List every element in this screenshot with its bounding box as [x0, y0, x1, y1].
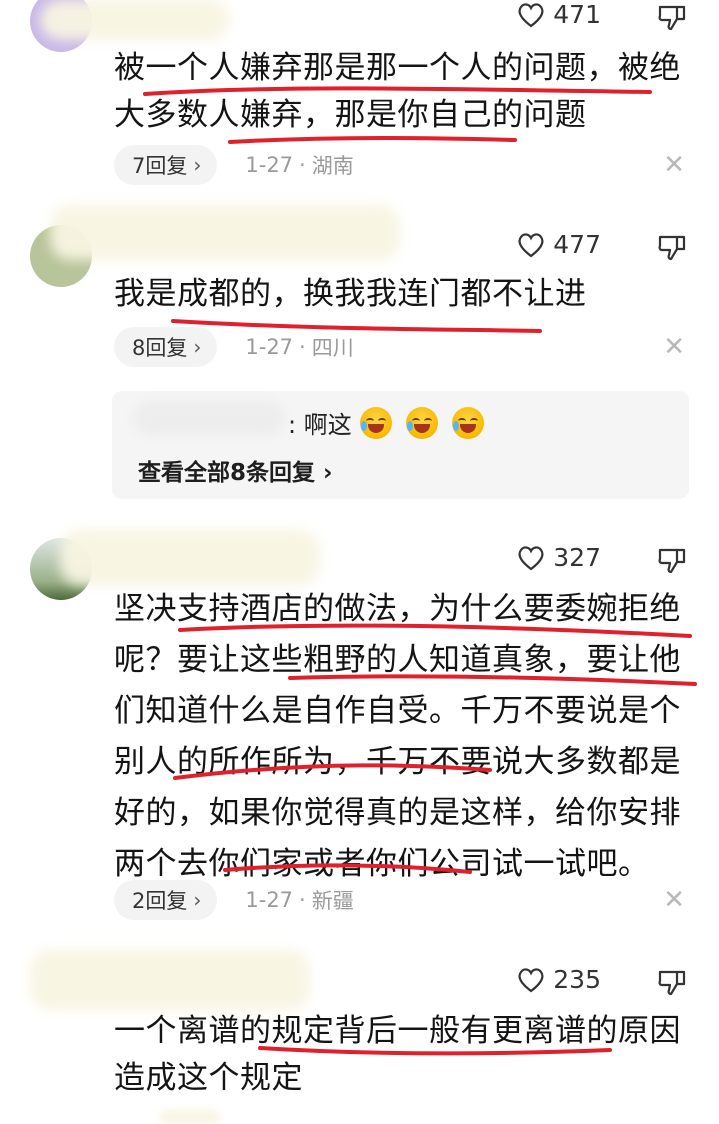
comment-item: 327 坚决支持酒店的做法，为什么要委婉拒绝呢？要让这些粗野的人知道真象，要让他…	[0, 530, 719, 940]
replies-label: 7回复	[132, 154, 188, 178]
replies-button[interactable]: 8回复 ›	[114, 327, 218, 367]
crying-laughing-emoji-icon	[405, 406, 438, 439]
thumbs-down-icon[interactable]	[657, 547, 687, 575]
view-all-replies-link[interactable]: 查看全部8条回复 ›	[138, 453, 333, 487]
chevron-right-icon: ›	[193, 888, 202, 912]
chevron-right-icon: ›	[323, 460, 333, 486]
crying-laughing-emoji-icon	[451, 406, 484, 439]
like-count: 235	[553, 965, 601, 994]
heart-icon	[517, 2, 545, 28]
thumbs-down-icon[interactable]	[657, 4, 687, 32]
crying-laughing-emoji-icon	[359, 406, 392, 439]
sub-reply-text: : 啊这	[288, 411, 352, 439]
chevron-right-icon: ›	[193, 335, 202, 359]
comment-item: 471 被一个人嫌弃那是那一个人的问题，被绝大多数人嫌弃，那是你自己的问题 7回…	[0, 0, 719, 200]
like-button[interactable]: 235	[517, 965, 601, 994]
replies-label: 8回复	[132, 336, 188, 360]
sub-reply-box[interactable]: : 啊这 查看全部8条回复 ›	[112, 391, 689, 499]
comment-date: 1-27	[245, 335, 294, 359]
like-button[interactable]: 471	[517, 0, 601, 29]
underline-mark	[143, 86, 652, 144]
comment-location: 湖南	[311, 154, 354, 178]
sub-reply: : 啊这	[138, 405, 484, 440]
underline-mark	[258, 1046, 612, 1056]
like-button[interactable]: 477	[517, 230, 601, 259]
comment-item: 235 一个离谱的规定背后一般有更离谱的原因造成这个规定	[0, 950, 719, 1124]
underline-mark	[173, 623, 697, 874]
heart-icon	[517, 232, 545, 258]
chevron-right-icon: ›	[193, 153, 202, 177]
like-count: 327	[553, 543, 601, 572]
comment-date: 1-27	[245, 888, 294, 912]
view-all-label: 查看全部8条回复	[138, 460, 316, 486]
replies-button[interactable]: 2回复 ›	[114, 880, 218, 920]
comment-item: 477 我是成都的，换我我连门都不让进 8回复 › 1-27 · 四川 ✕ : 啊这 …	[0, 205, 719, 505]
comment-location: 新疆	[311, 889, 354, 913]
like-count: 477	[553, 230, 601, 259]
like-button[interactable]: 327	[517, 543, 601, 572]
thumbs-down-icon[interactable]	[657, 969, 687, 997]
thumbs-down-icon[interactable]	[657, 234, 687, 262]
replies-button[interactable]: 7回复 ›	[114, 145, 218, 185]
comment-date: 1-27	[245, 153, 294, 177]
replies-label: 2回复	[132, 889, 188, 913]
comment-location: 四川	[311, 336, 354, 360]
close-icon[interactable]: ✕	[663, 150, 685, 180]
like-count: 471	[553, 0, 601, 29]
heart-icon	[517, 967, 545, 993]
heart-icon	[517, 545, 545, 571]
close-icon[interactable]: ✕	[663, 885, 685, 915]
close-icon[interactable]: ✕	[663, 332, 685, 362]
